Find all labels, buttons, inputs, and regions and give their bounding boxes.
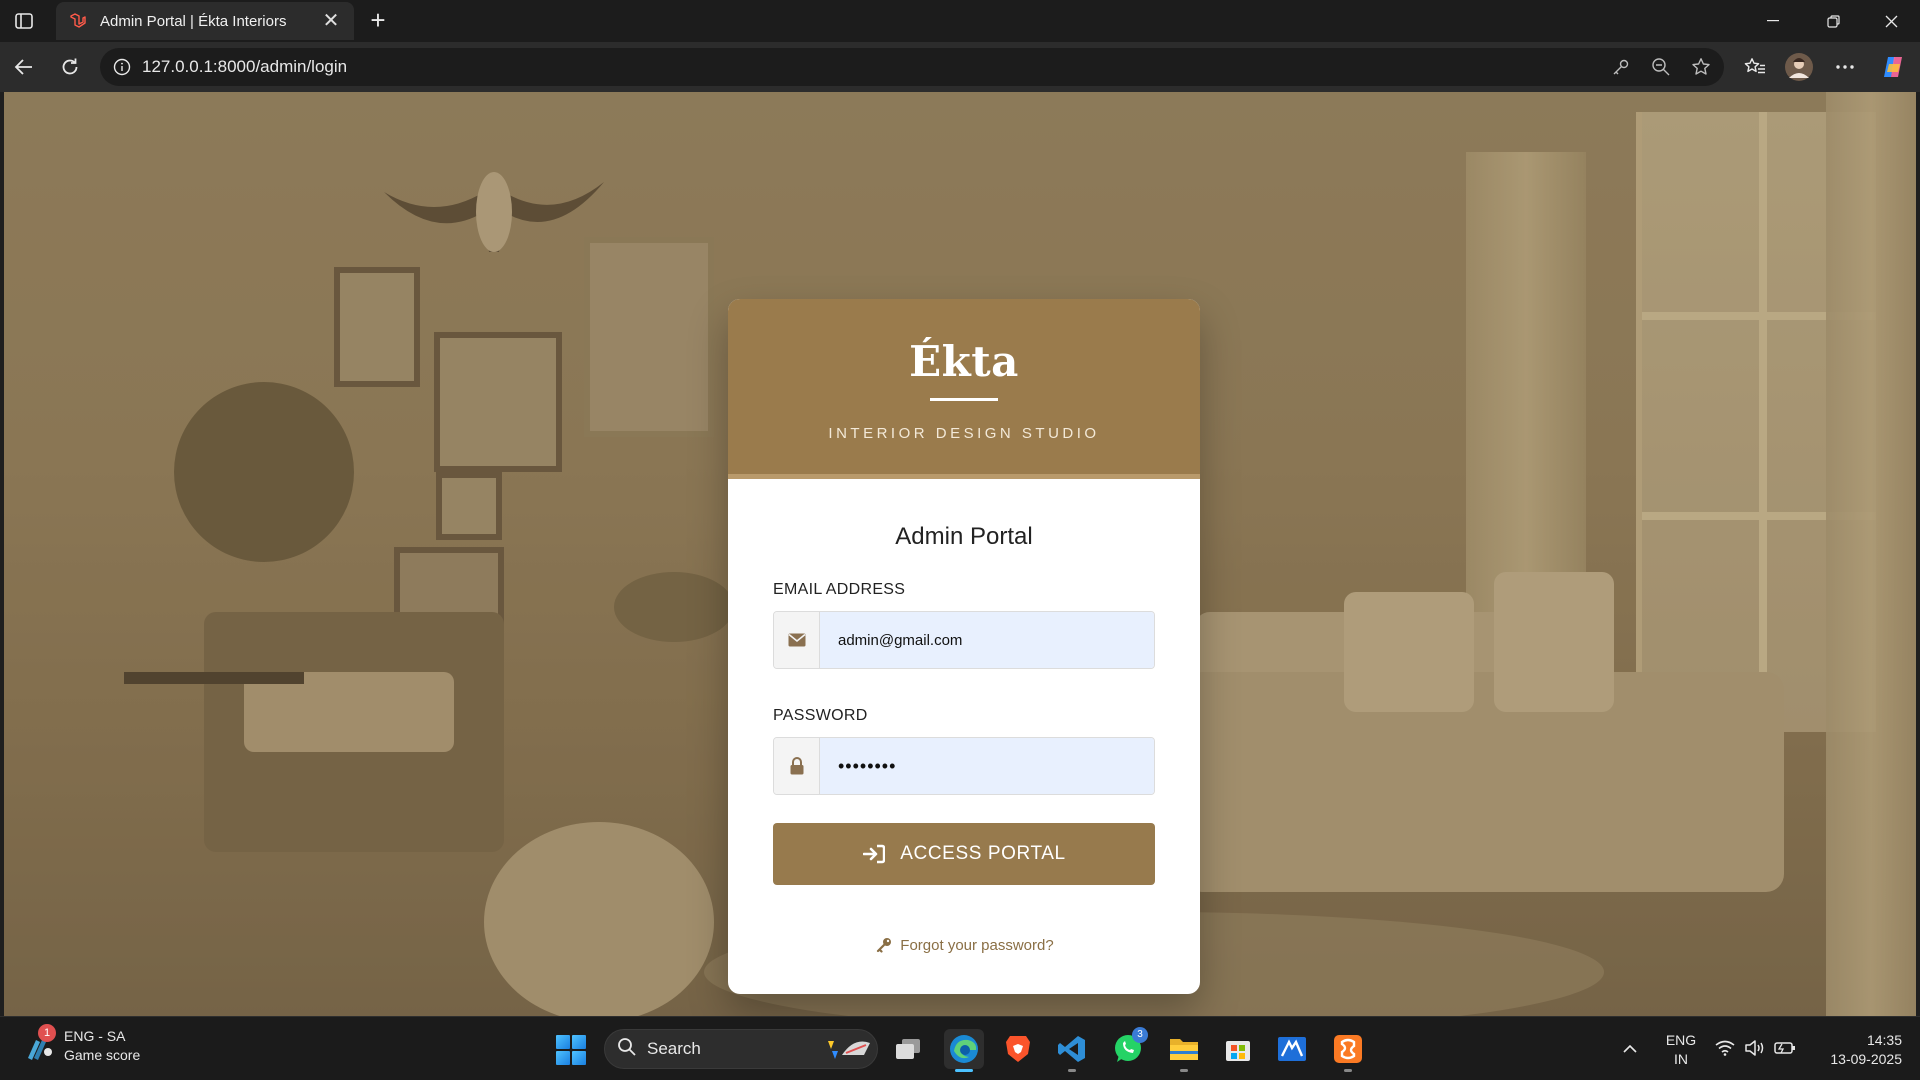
battery-icon[interactable] <box>1774 1037 1796 1059</box>
password-field[interactable] <box>820 738 1154 794</box>
favorite-star-icon[interactable] <box>1684 52 1718 82</box>
key-icon <box>874 935 894 955</box>
whatsapp-icon[interactable]: 3 <box>1108 1027 1148 1069</box>
widget-badge: 1 <box>38 1024 56 1042</box>
login-form: Admin Portal EMAIL ADDRESS PASSWORD A <box>728 479 1200 955</box>
search-highlight-icon <box>821 1034 877 1064</box>
more-options-icon[interactable] <box>1828 51 1862 83</box>
new-tab-button[interactable]: + <box>364 7 392 35</box>
cricket-score-icon: 1 <box>22 1024 58 1064</box>
vscode-icon[interactable] <box>1052 1029 1092 1072</box>
forgot-password-link[interactable]: Forgot your password? <box>773 935 1155 955</box>
login-card-header: Ékta INTERIOR DESIGN STUDIO <box>728 299 1200 479</box>
brand-tagline: INTERIOR DESIGN STUDIO <box>828 425 1100 442</box>
favorites-icon[interactable] <box>1738 51 1772 83</box>
url-text[interactable]: 127.0.0.1:8000/admin/login <box>142 57 1604 77</box>
volume-icon[interactable] <box>1744 1037 1766 1059</box>
sign-in-icon <box>862 843 886 865</box>
profile-avatar[interactable] <box>1782 51 1816 83</box>
brave-browser-icon[interactable] <box>998 1029 1038 1069</box>
envelope-icon <box>774 612 820 668</box>
restore-icon[interactable] <box>1810 6 1856 36</box>
site-info-icon[interactable] <box>112 57 132 77</box>
lock-icon <box>774 738 820 794</box>
refresh-icon[interactable] <box>54 51 86 83</box>
address-bar[interactable]: 127.0.0.1:8000/admin/login <box>100 48 1724 86</box>
widget-line1: ENG - SA <box>64 1028 126 1044</box>
page-viewport: Ékta INTERIOR DESIGN STUDIO Admin Portal… <box>4 92 1916 1016</box>
password-label: PASSWORD <box>773 707 868 724</box>
browser-titlebar: Admin Portal | Ékta Interiors ✕ + <box>0 0 1920 42</box>
start-menu-icon[interactable] <box>556 1035 586 1065</box>
tab-actions-icon[interactable] <box>12 10 36 32</box>
task-view-icon[interactable] <box>888 1029 928 1069</box>
clock-time: 14:35 <box>1866 1032 1902 1048</box>
system-tray[interactable] <box>1714 1037 1796 1059</box>
browser-toolbar: 127.0.0.1:8000/admin/login <box>0 42 1920 92</box>
tab-close-icon[interactable]: ✕ <box>320 11 342 31</box>
taskbar-search[interactable]: Search <box>604 1029 878 1069</box>
forgot-password-label[interactable]: Forgot your password? <box>900 937 1053 954</box>
edge-browser-icon[interactable] <box>944 1029 984 1072</box>
browser-tab-active[interactable]: Admin Portal | Ékta Interiors ✕ <box>56 2 354 40</box>
mail-app-icon[interactable] <box>1272 1029 1312 1069</box>
laravel-favicon-icon <box>68 11 88 31</box>
zoom-out-icon[interactable] <box>1644 52 1678 82</box>
lang-line2: IN <box>1674 1051 1688 1067</box>
page-title: Admin Portal <box>895 523 1033 550</box>
windows-taskbar: 1 ENG - SA Game score Search 3 ENG IN 14… <box>0 1016 1920 1080</box>
lang-line1: ENG <box>1665 1032 1697 1048</box>
tab-title: Admin Portal | Ékta Interiors <box>100 12 287 30</box>
search-icon <box>617 1037 637 1062</box>
login-card: Ékta INTERIOR DESIGN STUDIO Admin Portal… <box>728 299 1200 994</box>
brand-underline <box>930 398 998 401</box>
widget-line2: Game score <box>64 1047 141 1063</box>
password-input-group <box>773 737 1155 795</box>
close-window-icon[interactable] <box>1868 6 1914 36</box>
wifi-icon[interactable] <box>1714 1037 1736 1059</box>
search-label: Search <box>647 1039 701 1058</box>
whatsapp-badge: 3 <box>1132 1027 1148 1043</box>
input-language[interactable]: ENG IN <box>1664 1031 1698 1069</box>
minimize-icon[interactable] <box>1750 6 1796 36</box>
clock-date: 13-09-2025 <box>1830 1051 1902 1067</box>
email-input-group <box>773 611 1155 669</box>
copilot-icon[interactable] <box>1876 51 1910 83</box>
brand-logo-text: Ékta <box>909 337 1019 386</box>
xampp-icon[interactable] <box>1328 1029 1368 1072</box>
password-key-icon[interactable] <box>1604 52 1638 82</box>
taskbar-clock[interactable]: 14:35 13-09-2025 <box>1806 1031 1902 1069</box>
email-field[interactable] <box>820 612 1154 668</box>
file-explorer-icon[interactable] <box>1164 1029 1204 1072</box>
email-label: EMAIL ADDRESS <box>773 581 906 598</box>
back-icon[interactable] <box>8 51 40 83</box>
widgets-button[interactable]: 1 ENG - SA Game score <box>22 1024 141 1065</box>
access-portal-label: ACCESS PORTAL <box>900 843 1066 864</box>
microsoft-store-icon[interactable] <box>1218 1029 1258 1069</box>
tray-overflow-icon[interactable] <box>1618 1037 1642 1061</box>
access-portal-button[interactable]: ACCESS PORTAL <box>773 823 1155 885</box>
